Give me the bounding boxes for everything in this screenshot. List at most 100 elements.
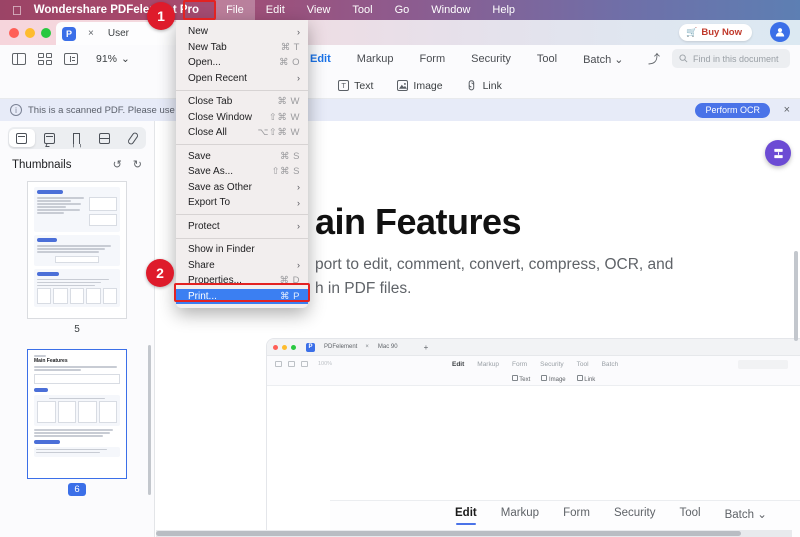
- apple-icon[interactable]: : [0, 4, 34, 17]
- document-subtitle-line1: port to edit, comment, convert, compress…: [315, 256, 674, 273]
- sidebar-tabbar: [8, 127, 146, 149]
- search-icon: [679, 54, 688, 63]
- menu-item-label: Close Tab: [188, 96, 233, 108]
- minimize-window-button[interactable]: [25, 27, 35, 38]
- text-tool-button[interactable]: T Text: [338, 80, 373, 92]
- chevron-right-icon: ›: [297, 73, 300, 84]
- menubar-item-file[interactable]: File: [215, 0, 255, 20]
- zoom-level-control[interactable]: 91% ⌄: [96, 53, 130, 65]
- link-icon: [463, 77, 481, 95]
- menu-item-show-in-finder[interactable]: Show in Finder: [176, 242, 308, 258]
- sidebar-tab-thumbnails[interactable]: [9, 129, 35, 147]
- file-menu-dropdown[interactable]: New › New Tab ⌘ T Open... ⌘ O Open Recen…: [176, 20, 308, 308]
- embedded-tab2-label: Mac 90: [377, 344, 398, 350]
- embedded-tab-markup: Markup: [477, 360, 499, 368]
- thumbnail-list[interactable]: 5 Main Features 6: [0, 175, 154, 537]
- buy-now-label: Buy Now: [701, 27, 742, 38]
- annotation-badge-2: 2: [146, 259, 174, 287]
- menu-item-save[interactable]: Save ⌘ S: [176, 149, 308, 165]
- ocr-banner: i This is a scanned PDF. Please use the …: [0, 99, 800, 121]
- menu-item-properties[interactable]: Properties... ⌘ D: [176, 273, 308, 289]
- sidebar-toggle-icon[interactable]: [12, 53, 26, 65]
- close-window-button[interactable]: [9, 27, 19, 38]
- menu-item-close-window[interactable]: Close Window ⇧⌘ W: [176, 110, 308, 126]
- tab-tool[interactable]: Tool: [537, 53, 557, 65]
- chevron-right-icon: ›: [297, 197, 300, 208]
- compress-float-button[interactable]: [765, 140, 791, 166]
- thumbnail-page-5[interactable]: 5: [0, 181, 154, 337]
- menu-item-export-to[interactable]: Export To ›: [176, 195, 308, 211]
- menubar-item-window[interactable]: Window: [420, 0, 481, 20]
- chevron-right-icon: ›: [297, 260, 300, 271]
- menu-item-protect[interactable]: Protect ›: [176, 219, 308, 235]
- menubar-item-edit[interactable]: Edit: [255, 0, 296, 20]
- menu-item-label: Show in Finder: [188, 244, 255, 256]
- search-input[interactable]: Find in this document: [672, 49, 790, 68]
- menu-item-save-as-other[interactable]: Save as Other ›: [176, 180, 308, 196]
- menu-separator: [176, 144, 308, 145]
- tab-form[interactable]: Form: [419, 53, 445, 65]
- menu-item-label: Close Window: [188, 111, 252, 123]
- menubar-item-go[interactable]: Go: [384, 0, 421, 20]
- share-icon[interactable]: ⤴: [648, 50, 664, 67]
- sidebar-tab-comments[interactable]: [37, 129, 63, 147]
- buy-now-button[interactable]: 🛒 Buy Now: [679, 24, 752, 41]
- tab-security[interactable]: Security: [471, 53, 511, 65]
- menu-item-close-all[interactable]: Close All ⌥⇧⌘ W: [176, 125, 308, 141]
- close-icon: ×: [365, 344, 369, 350]
- sidebar-scrollbar[interactable]: [148, 345, 151, 495]
- menu-item-open-recent[interactable]: Open Recent ›: [176, 71, 308, 87]
- embedded-subtool-image: Image: [548, 376, 566, 383]
- perform-ocr-button[interactable]: Perform OCR: [695, 102, 770, 118]
- menu-item-shortcut: ⌥⇧⌘ W: [257, 127, 300, 139]
- document-subtitle: port to edit, comment, convert, compress…: [315, 253, 785, 301]
- menu-item-open[interactable]: Open... ⌘ O: [176, 55, 308, 71]
- sidebar-tab-bookmarks[interactable]: [64, 129, 90, 147]
- tab-edit[interactable]: Edit: [310, 53, 331, 65]
- paperclip-icon: [126, 130, 139, 146]
- document-vertical-scrollbar[interactable]: [794, 251, 798, 341]
- link-tool-label: Link: [482, 79, 502, 92]
- tab-markup[interactable]: Markup: [357, 53, 394, 65]
- embedded-ribbon: 100% Edit Markup Form Security Tool Batc…: [267, 356, 800, 372]
- rotate-left-icon[interactable]: ↺: [113, 158, 122, 171]
- page-preview-selected: Main Features: [27, 349, 127, 479]
- embedded-subtoolbar: Text Image Link: [267, 372, 800, 386]
- new-tab-icon: +: [423, 342, 429, 352]
- maximize-window-button[interactable]: [41, 27, 51, 38]
- split-view-icon[interactable]: [64, 53, 78, 65]
- rotate-controls: ↺ ↻: [113, 158, 142, 171]
- menu-item-new-tab[interactable]: New Tab ⌘ T: [176, 40, 308, 56]
- text-icon: [511, 374, 518, 381]
- avatar[interactable]: [770, 22, 790, 42]
- app-window: P × User 🛒 Buy Now 91% ⌄ Edit Markup For…: [0, 20, 800, 537]
- menubar-item-help[interactable]: Help: [481, 0, 526, 20]
- mini-section: [34, 235, 120, 266]
- sidebar-tab-attachments[interactable]: [119, 129, 145, 147]
- menu-item-new[interactable]: New ›: [176, 24, 308, 40]
- tab-batch[interactable]: Batch ⌄: [583, 53, 623, 66]
- info-icon: i: [10, 104, 22, 116]
- close-icon[interactable]: ×: [784, 104, 790, 116]
- link-tool-button[interactable]: Link: [467, 79, 502, 93]
- chevron-down-icon: ⌄: [757, 509, 767, 521]
- bottom-tab-tool: Tool: [679, 507, 701, 519]
- menu-item-print[interactable]: Print... ⌘ P: [176, 288, 308, 304]
- grid-view-icon[interactable]: [38, 53, 52, 65]
- thumbnail-page-6[interactable]: Main Features 6: [0, 349, 154, 497]
- rotate-right-icon[interactable]: ↻: [133, 158, 142, 171]
- menubar-item-tool[interactable]: Tool: [341, 0, 383, 20]
- menu-item-share[interactable]: Share ›: [176, 258, 308, 274]
- annotation-badge-1: 1: [147, 2, 175, 30]
- document-horizontal-scrollbar[interactable]: [156, 530, 792, 537]
- image-tool-button[interactable]: Image: [397, 80, 443, 92]
- menu-item-close-tab[interactable]: Close Tab ⌘ W: [176, 94, 308, 110]
- bottom-tab-batch: Batch ⌄: [725, 507, 767, 521]
- menu-item-label: Export To: [188, 197, 231, 209]
- menu-item-label: Protect: [188, 220, 220, 232]
- menu-item-save-as[interactable]: Save As... ⇧⌘ S: [176, 164, 308, 180]
- panel-title: Thumbnails: [12, 158, 72, 171]
- menubar-item-view[interactable]: View: [296, 0, 342, 20]
- sidebar-tab-pages[interactable]: [92, 129, 118, 147]
- close-icon[interactable]: ×: [88, 28, 94, 39]
